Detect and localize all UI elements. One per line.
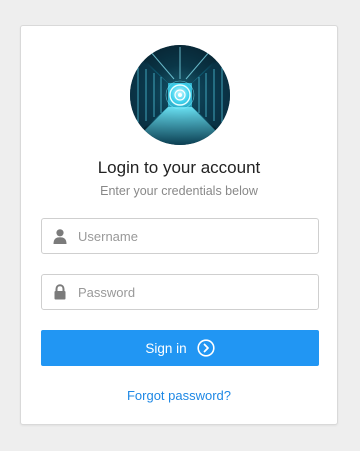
username-input[interactable] <box>78 219 314 253</box>
page-subtitle: Enter your credentials below <box>100 184 258 198</box>
forgot-password-link[interactable]: Forgot password? <box>21 388 337 403</box>
user-icon <box>52 228 68 244</box>
lock-icon <box>52 284 68 300</box>
sign-in-button[interactable]: Sign in <box>41 330 319 366</box>
page-title: Login to your account <box>97 158 261 177</box>
server-room-avatar <box>130 45 230 145</box>
password-input[interactable] <box>78 275 314 309</box>
login-card: Login to your account Enter your credent… <box>20 25 338 425</box>
sign-in-label: Sign in <box>145 340 187 356</box>
chevron-right-circle-icon <box>197 339 215 357</box>
username-field[interactable] <box>41 218 319 254</box>
password-field[interactable] <box>41 274 319 310</box>
